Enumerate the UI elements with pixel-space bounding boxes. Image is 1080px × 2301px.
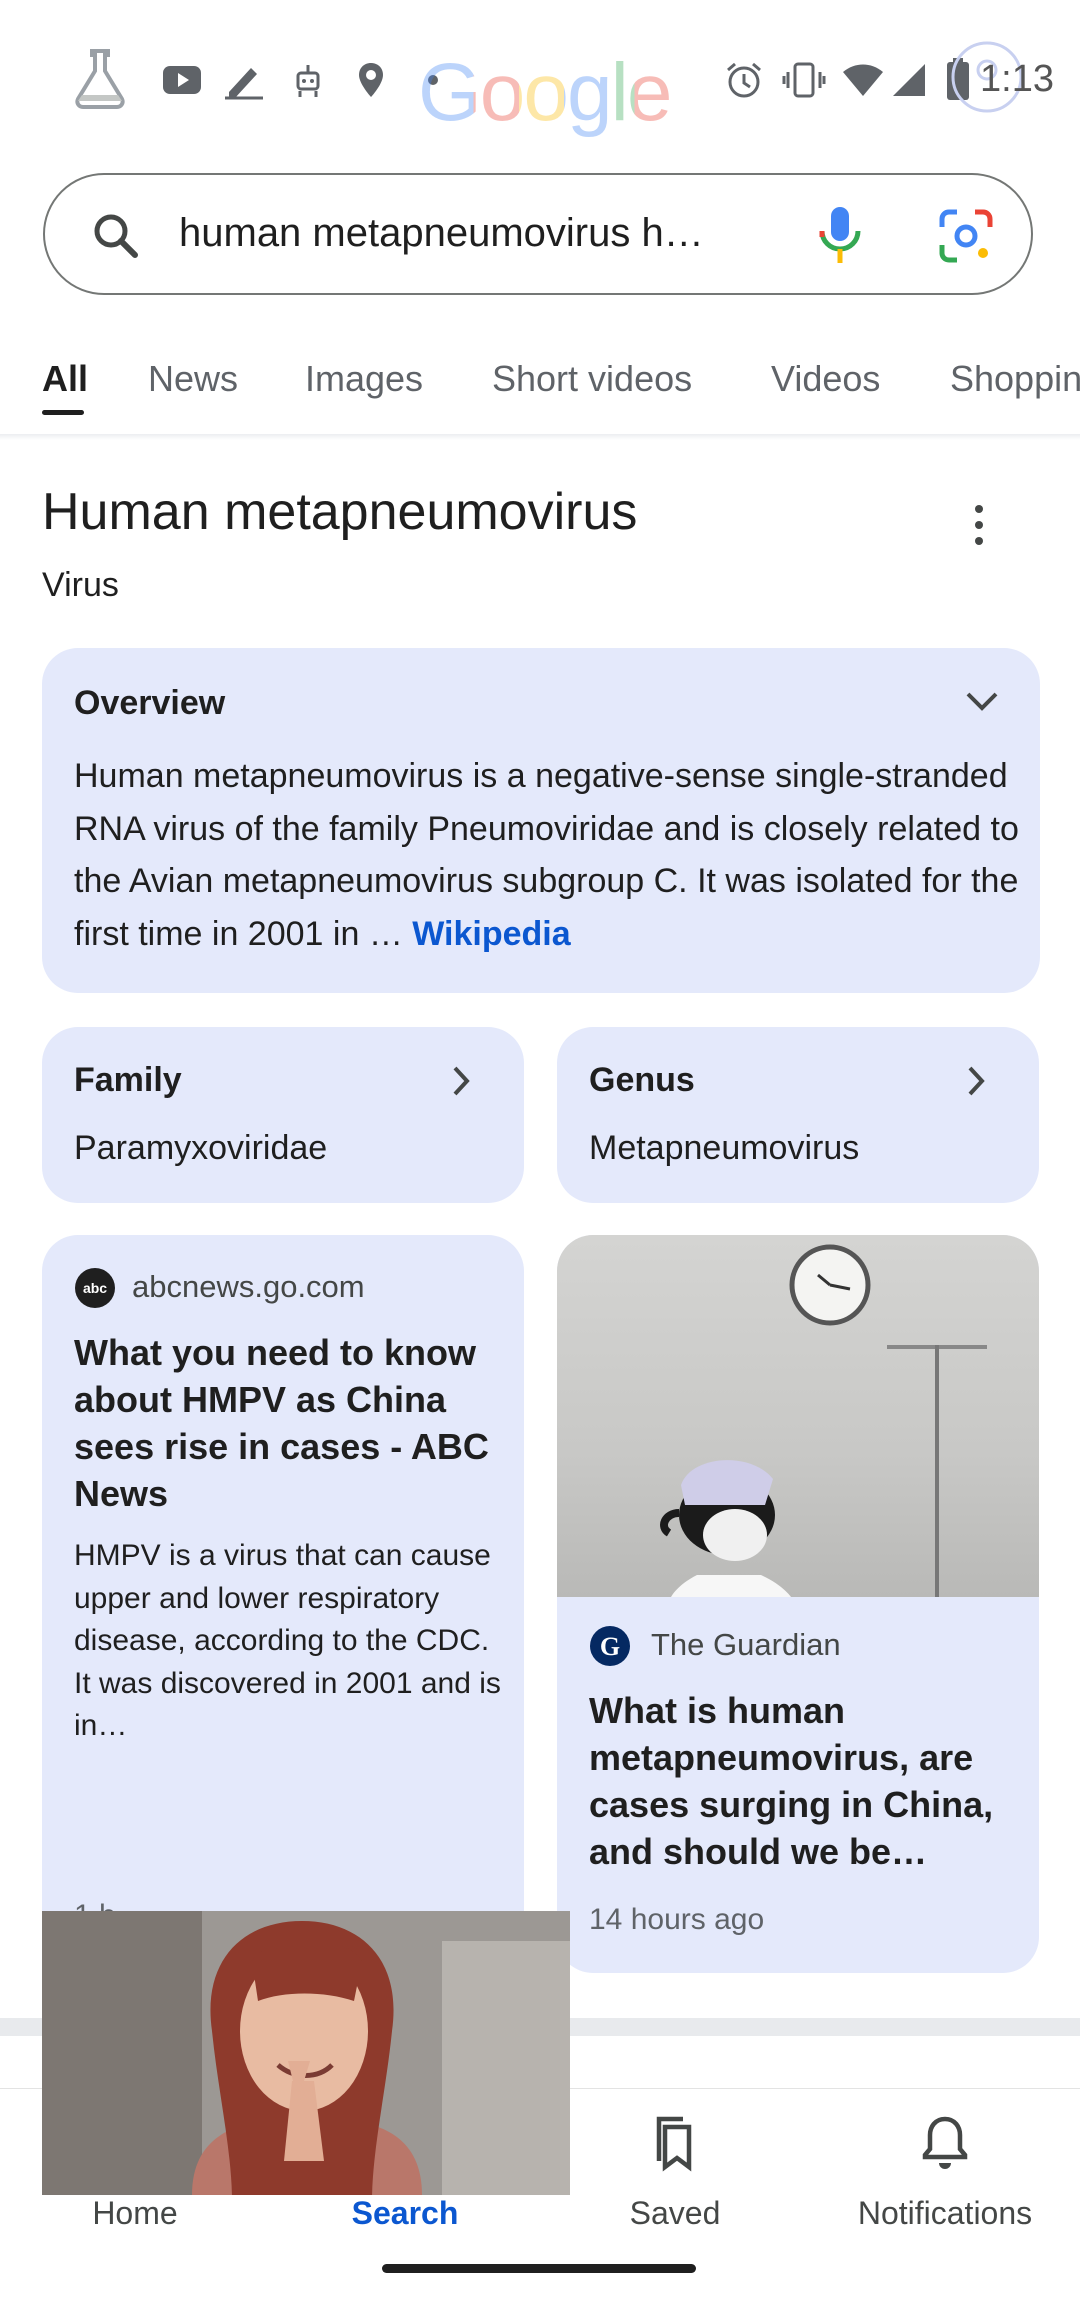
news-source: The Guardian [651, 1627, 841, 1662]
tab-shopping[interactable]: Shoppin [950, 358, 1080, 400]
chevron-down-icon[interactable] [962, 686, 1002, 716]
youtube-icon [160, 58, 204, 102]
svg-text:abc: abc [83, 1280, 107, 1296]
nav-saved[interactable]: Saved [540, 2089, 810, 2239]
nav-notifications[interactable]: Notifications [810, 2089, 1080, 2239]
news-title[interactable]: What is human metapneumovirus, are cases… [589, 1687, 1019, 1875]
mic-icon[interactable] [815, 205, 865, 267]
abc-news-logo: abc [74, 1267, 116, 1309]
signal-icon [890, 58, 928, 102]
overview-card[interactable]: Overview Human metapneumovirus is a nega… [42, 648, 1040, 993]
active-tab-indicator [42, 410, 84, 415]
google-logo: Google [418, 47, 672, 138]
tab-images[interactable]: Images [305, 358, 423, 400]
news-snippet: HMPV is a virus that can cause upper and… [74, 1539, 501, 1742]
genus-value: Metapneumovirus [589, 1129, 860, 1167]
location-pin-icon [354, 58, 388, 102]
more-options-icon[interactable] [962, 500, 996, 550]
vibrate-icon [782, 58, 826, 102]
overview-label: Overview [74, 684, 226, 722]
pen-icon [222, 58, 266, 102]
lens-icon[interactable] [938, 209, 994, 263]
chevron-right-icon [961, 1063, 991, 1099]
search-icon[interactable] [89, 209, 143, 263]
nav-home-label: Home [92, 2195, 178, 2231]
tab-videos[interactable]: Videos [771, 358, 880, 400]
wikipedia-link[interactable]: Wikipedia [412, 915, 570, 953]
overview-text: Human metapneumovirus is a negative-sens… [74, 757, 1019, 953]
news-time: 14 hours ago [589, 1903, 765, 1936]
knowledge-panel-title: Human metapneumovirus [42, 483, 638, 541]
knowledge-panel-subtitle: Virus [42, 566, 119, 604]
wifi-icon [840, 58, 886, 102]
news-title[interactable]: What you need to know about HMPV as Chin… [74, 1329, 504, 1517]
search-bar[interactable]: human metapneumovirus h… [43, 173, 1033, 295]
guardian-logo: G [589, 1625, 631, 1667]
status-bar: Google 1:13 [0, 0, 1080, 150]
news-card-guardian[interactable]: G The Guardian What is human metapneumov… [557, 1235, 1039, 1973]
svg-text:G: G [600, 1632, 620, 1661]
home-indicator[interactable] [382, 2264, 696, 2273]
genus-card[interactable]: Genus Metapneumovirus [557, 1027, 1039, 1203]
news-card-abc[interactable]: abc abcnews.go.com What you need to know… [42, 1235, 524, 1995]
nav-saved-label: Saved [629, 2195, 721, 2231]
robot-icon [290, 58, 326, 102]
family-label: Family [74, 1061, 182, 1099]
tab-news[interactable]: News [148, 358, 238, 400]
nav-search-label: Search [351, 2195, 459, 2231]
labs-flask-icon [66, 44, 134, 110]
nav-notifications-label: Notifications [857, 2195, 1033, 2231]
news-thumbnail [557, 1235, 1039, 1597]
search-input[interactable]: human metapneumovirus h… [179, 211, 704, 256]
tab-all[interactable]: All [42, 358, 88, 400]
saved-bookmark-icon [651, 2113, 699, 2173]
tabs-divider [0, 434, 1080, 440]
news-source: abcnews.go.com [132, 1269, 365, 1304]
family-value: Paramyxoviridae [74, 1129, 328, 1167]
clock: 1:13 [980, 58, 1054, 100]
search-tabs: All News Images Short videos Videos Shop… [0, 340, 1080, 435]
family-card[interactable]: Family Paramyxoviridae [42, 1027, 524, 1203]
genus-label: Genus [589, 1061, 695, 1099]
tab-short-videos[interactable]: Short videos [492, 358, 692, 400]
alarm-icon [722, 58, 766, 102]
picture-in-picture-video[interactable] [42, 1911, 570, 2195]
bell-icon [921, 2113, 969, 2173]
chevron-right-icon [446, 1063, 476, 1099]
